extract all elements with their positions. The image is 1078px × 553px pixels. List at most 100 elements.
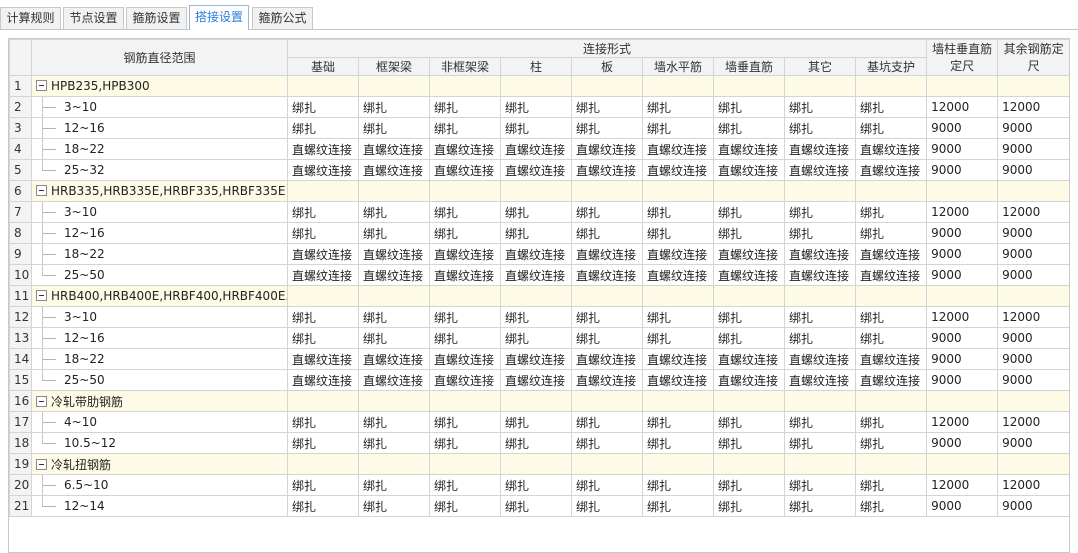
connection-cell-wall-horizontal[interactable] <box>642 75 714 97</box>
connection-cell-column[interactable]: 直螺纹连接 <box>500 243 572 265</box>
wall-column-fixed-length-cell[interactable] <box>926 75 999 97</box>
connection-cell-frame-beam[interactable] <box>358 75 430 97</box>
connection-cell-frame-beam[interactable]: 直螺纹连接 <box>358 159 430 181</box>
diameter-range-cell[interactable]: 25~32 <box>31 159 288 181</box>
connection-cell-slab[interactable]: 直螺纹连接 <box>571 348 643 370</box>
connection-cell-foundation[interactable] <box>287 453 359 475</box>
connection-cell-non-frame-beam[interactable]: 直螺纹连接 <box>429 138 501 160</box>
group-row[interactable]: 19 冷轧扭钢筋 <box>9 453 1069 475</box>
row-number[interactable]: 10 <box>9 264 32 286</box>
connection-cell-frame-beam[interactable]: 绑扎 <box>358 327 430 349</box>
other-fixed-length-cell[interactable]: 9000 <box>997 138 1069 160</box>
wall-column-fixed-length-cell[interactable]: 9000 <box>926 117 999 139</box>
connection-cell-column[interactable]: 直螺纹连接 <box>500 369 572 391</box>
other-fixed-length-cell[interactable]: 9000 <box>997 159 1069 181</box>
diameter-range-cell[interactable]: 12~16 <box>31 327 288 349</box>
connection-cell-foundation[interactable]: 直螺纹连接 <box>287 264 359 286</box>
connection-cell-other[interactable] <box>784 75 856 97</box>
connection-cell-non-frame-beam[interactable]: 绑扎 <box>429 495 501 517</box>
connection-cell-non-frame-beam[interactable]: 绑扎 <box>429 306 501 328</box>
connection-cell-foundation[interactable]: 绑扎 <box>287 327 359 349</box>
connection-cell-wall-horizontal[interactable]: 绑扎 <box>642 222 714 244</box>
connection-cell-pit-support[interactable]: 绑扎 <box>854 474 928 496</box>
connection-cell-column[interactable] <box>500 390 572 412</box>
wall-column-fixed-length-cell[interactable] <box>926 285 999 307</box>
row-number[interactable]: 20 <box>9 474 32 496</box>
row-number[interactable]: 17 <box>9 411 32 433</box>
connection-cell-other[interactable]: 绑扎 <box>784 432 856 454</box>
row-number[interactable]: 6 <box>9 180 32 202</box>
table-row[interactable]: 20 6.5~10 绑扎 绑扎 绑扎 绑扎 绑扎 绑扎 绑扎 绑扎 绑扎 12000 12000 <box>9 474 1069 496</box>
connection-cell-slab[interactable]: 绑扎 <box>571 306 643 328</box>
other-fixed-length-cell[interactable]: 9000 <box>997 222 1069 244</box>
table-row[interactable]: 12 3~10 绑扎 绑扎 绑扎 绑扎 绑扎 绑扎 绑扎 绑扎 绑扎 12000 12000 <box>9 306 1069 328</box>
collapse-icon[interactable] <box>36 290 47 301</box>
other-fixed-length-cell[interactable]: 9000 <box>997 369 1069 391</box>
wall-column-fixed-length-cell[interactable]: 9000 <box>926 348 999 370</box>
connection-cell-slab[interactable]: 直螺纹连接 <box>571 138 643 160</box>
connection-cell-wall-vertical[interactable]: 直螺纹连接 <box>713 159 785 181</box>
connection-cell-pit-support[interactable]: 绑扎 <box>854 117 928 139</box>
connection-cell-wall-vertical[interactable]: 绑扎 <box>713 411 785 433</box>
diameter-range-cell[interactable]: 18~22 <box>31 348 288 370</box>
connection-cell-frame-beam[interactable] <box>358 285 430 307</box>
row-number[interactable]: 19 <box>9 453 32 475</box>
connection-cell-pit-support[interactable]: 直螺纹连接 <box>854 264 928 286</box>
connection-cell-non-frame-beam[interactable] <box>429 453 501 475</box>
connection-cell-wall-horizontal[interactable]: 直螺纹连接 <box>642 159 714 181</box>
other-fixed-length-cell[interactable] <box>997 453 1069 475</box>
connection-cell-frame-beam[interactable]: 绑扎 <box>358 201 430 223</box>
wall-column-fixed-length-cell[interactable]: 9000 <box>926 327 999 349</box>
row-number[interactable]: 8 <box>9 222 32 244</box>
wall-column-fixed-length-cell[interactable] <box>926 180 999 202</box>
table-row[interactable]: 14 18~22 直螺纹连接 直螺纹连接 直螺纹连接 直螺纹连接 直螺纹连接 直螺纹连接 直螺纹… <box>9 348 1069 370</box>
row-number[interactable]: 1 <box>9 75 32 97</box>
diameter-range-cell[interactable]: 12~16 <box>31 117 288 139</box>
connection-cell-other[interactable]: 绑扎 <box>784 96 856 118</box>
connection-cell-pit-support[interactable]: 绑扎 <box>854 495 928 517</box>
wall-column-fixed-length-cell[interactable]: 9000 <box>926 159 999 181</box>
connection-cell-non-frame-beam[interactable]: 绑扎 <box>429 117 501 139</box>
connection-cell-foundation[interactable] <box>287 75 359 97</box>
connection-cell-non-frame-beam[interactable]: 绑扎 <box>429 96 501 118</box>
connection-cell-pit-support[interactable]: 直螺纹连接 <box>854 138 928 160</box>
row-number[interactable]: 16 <box>9 390 32 412</box>
diameter-range-cell[interactable]: 12~16 <box>31 222 288 244</box>
tab-calc-rules[interactable]: 计算规则 <box>0 7 61 30</box>
connection-cell-column[interactable]: 绑扎 <box>500 432 572 454</box>
connection-cell-slab[interactable] <box>571 390 643 412</box>
tab-stirrup-formula[interactable]: 箍筋公式 <box>252 7 313 30</box>
connection-cell-foundation[interactable]: 直螺纹连接 <box>287 369 359 391</box>
connection-cell-wall-vertical[interactable] <box>713 180 785 202</box>
wall-column-fixed-length-cell[interactable]: 12000 <box>926 201 999 223</box>
connection-cell-slab[interactable]: 绑扎 <box>571 432 643 454</box>
diameter-range-cell[interactable]: 25~50 <box>31 369 288 391</box>
diameter-range-cell[interactable]: 3~10 <box>31 201 288 223</box>
row-number[interactable]: 4 <box>9 138 32 160</box>
other-fixed-length-cell[interactable] <box>997 180 1069 202</box>
connection-cell-wall-vertical[interactable] <box>713 285 785 307</box>
connection-cell-slab[interactable]: 绑扎 <box>571 327 643 349</box>
connection-cell-slab[interactable] <box>571 180 643 202</box>
other-fixed-length-cell[interactable]: 12000 <box>997 411 1069 433</box>
connection-cell-pit-support[interactable]: 绑扎 <box>854 96 928 118</box>
connection-cell-pit-support[interactable]: 绑扎 <box>854 411 928 433</box>
connection-cell-other[interactable] <box>784 285 856 307</box>
other-fixed-length-cell[interactable]: 9000 <box>997 264 1069 286</box>
connection-cell-wall-horizontal[interactable]: 绑扎 <box>642 117 714 139</box>
connection-cell-non-frame-beam[interactable] <box>429 390 501 412</box>
connection-cell-other[interactable]: 绑扎 <box>784 495 856 517</box>
wall-column-fixed-length-cell[interactable]: 12000 <box>926 411 999 433</box>
connection-cell-pit-support[interactable] <box>854 390 928 412</box>
connection-cell-frame-beam[interactable]: 绑扎 <box>358 117 430 139</box>
connection-cell-other[interactable]: 绑扎 <box>784 222 856 244</box>
connection-cell-wall-horizontal[interactable]: 直螺纹连接 <box>642 264 714 286</box>
connection-cell-wall-vertical[interactable]: 绑扎 <box>713 117 785 139</box>
diameter-range-cell[interactable]: 冷轧带肋钢筋 <box>31 390 288 412</box>
connection-cell-column[interactable]: 绑扎 <box>500 411 572 433</box>
connection-cell-column[interactable]: 绑扎 <box>500 474 572 496</box>
connection-cell-slab[interactable] <box>571 453 643 475</box>
wall-column-fixed-length-cell[interactable]: 9000 <box>926 264 999 286</box>
connection-cell-foundation[interactable]: 直螺纹连接 <box>287 159 359 181</box>
connection-cell-slab[interactable]: 绑扎 <box>571 474 643 496</box>
